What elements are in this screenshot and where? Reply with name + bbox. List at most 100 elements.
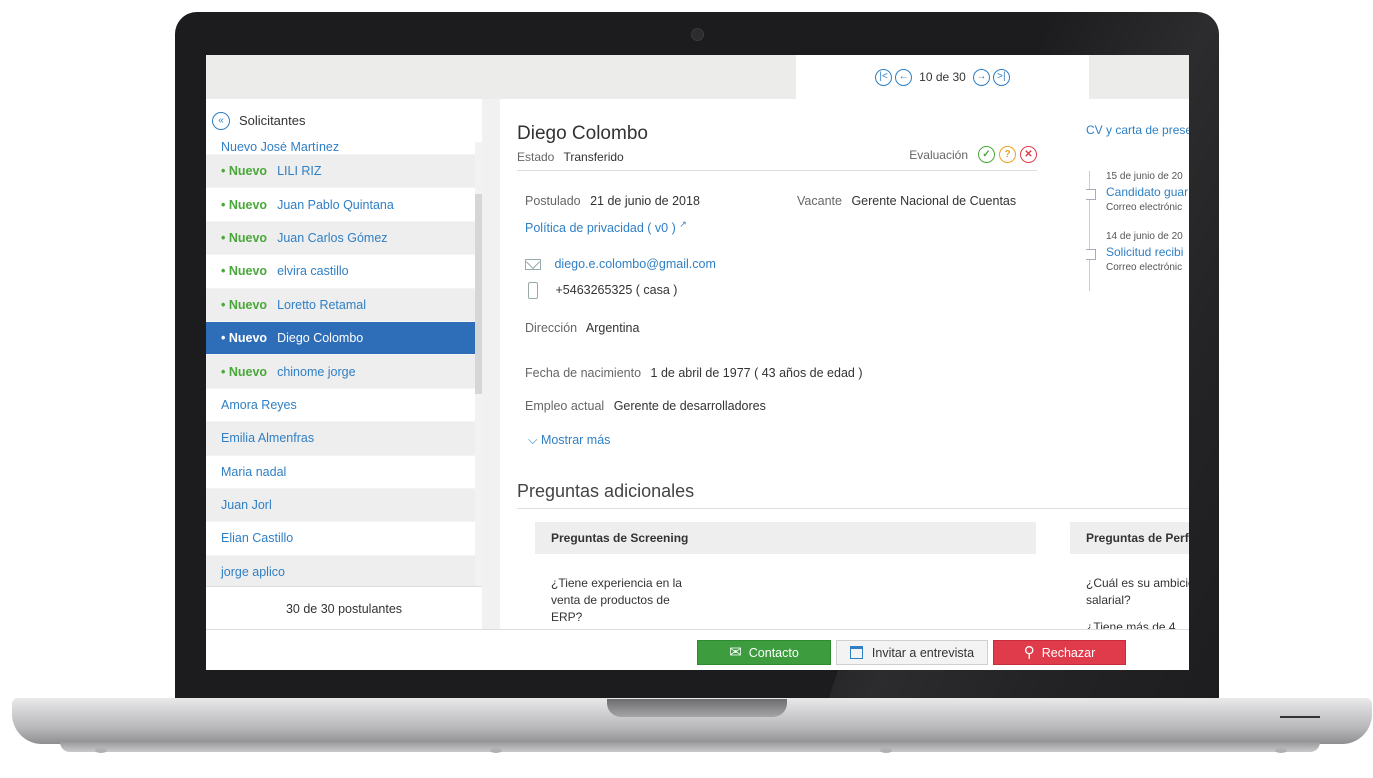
screening-question: ¿Tiene experiencia en la venta de produc… — [551, 576, 682, 624]
state-label: Estado — [517, 150, 555, 164]
address-label: Dirección — [525, 321, 578, 335]
new-badge: • Nuevo — [221, 197, 268, 212]
laptop-notch — [607, 699, 787, 717]
vacancy-label: Vacante — [797, 194, 842, 208]
contact-label: Contacto — [748, 645, 799, 660]
last-page-icon[interactable]: >| — [992, 68, 1010, 86]
applicant-list: Nuevo José Martínez • Nuevo LILI RIZ • Nuev… — [206, 142, 475, 586]
list-item[interactable]: • Nuevo elvira castillo — [206, 255, 475, 289]
applicant-name: LILI RIZ — [277, 164, 322, 179]
new-badge: • Nuevo — [221, 164, 268, 179]
birth-label: Fecha de nacimiento — [525, 366, 642, 380]
phone-value: +5463265325 ( casa ) — [555, 282, 678, 297]
address-row: Dirección Argentina — [525, 321, 639, 335]
applicant-name: Elian Castillo — [221, 531, 294, 546]
new-badge: • Nuevo — [221, 297, 268, 312]
app-screen: |< ← 10 de 30 → >| « Solicitantes Nuevo … — [206, 55, 1189, 670]
applicant-name: Juan Pablo Quintana — [277, 197, 394, 212]
activity-sub: Correo electrónic — [1106, 262, 1183, 273]
privacy-link[interactable]: Política de privacidad ( v0 ) — [525, 221, 676, 235]
cv-link[interactable]: CV y carta de prese — [1086, 123, 1189, 137]
job-row: Empleo actual Gerente de desarrolladores — [525, 399, 766, 413]
applicant-name: Juan Jorl — [221, 498, 272, 513]
screening-header: Preguntas de Screening — [535, 522, 1036, 554]
candidate-name: Diego Colombo — [517, 123, 648, 144]
prev-icon[interactable]: ← — [895, 68, 913, 86]
calendar-icon — [849, 646, 863, 659]
applicant-name: Nuevo José Martínez — [221, 142, 340, 154]
gutter — [482, 99, 500, 629]
applicant-name: chinome jorge — [277, 364, 356, 379]
email-link[interactable]: diego.e.colombo@gmail.com — [554, 257, 715, 271]
top-bar: |< ← 10 de 30 → >| — [206, 55, 1189, 99]
list-item[interactable]: Amora Reyes — [206, 389, 475, 423]
list-item[interactable]: Maria nadal — [206, 456, 475, 489]
mail-icon: ✉ — [729, 644, 742, 661]
privacy-row: Política de privacidad ( v0 ) ↗ — [525, 219, 687, 235]
phone-icon — [528, 282, 538, 299]
sidebar-title: Solicitantes — [239, 113, 306, 128]
reject-user-icon: ⚲ — [1023, 644, 1035, 661]
list-item[interactable]: • Nuevo chinome jorge — [206, 355, 475, 389]
external-link-icon[interactable]: ↗ — [679, 219, 687, 229]
activity-panel: CV y carta de prese 15 de junio de 20 Ca… — [1086, 99, 1189, 629]
laptop-foot — [880, 748, 892, 753]
phone-row: +5463265325 ( casa ) — [525, 282, 677, 299]
evaluation: Evaluación ✓ ? ✕ — [909, 146, 1037, 163]
activity-sub: Correo electrónic — [1106, 202, 1183, 213]
question-icon[interactable]: ? — [999, 146, 1016, 163]
close-icon[interactable]: ✕ — [1020, 146, 1037, 163]
next-icon[interactable]: → — [972, 68, 990, 86]
laptop-base-bottom — [60, 742, 1320, 752]
applicant-name: Emilia Almenfras — [221, 431, 315, 446]
applied-label: Postulado — [525, 194, 581, 208]
activity-title[interactable]: Candidato guar — [1106, 185, 1188, 199]
action-bar: ✉ Contacto Invitar a entrevista ⚲ Rechaz… — [206, 629, 1189, 670]
applicant-name: jorge aplico — [221, 564, 285, 579]
applicant-name: Maria nadal — [221, 464, 287, 479]
invite-interview-button[interactable]: Invitar a entrevista — [836, 640, 988, 665]
contact-button[interactable]: ✉ Contacto — [697, 640, 831, 665]
sidebar-scrollbar[interactable] — [475, 142, 482, 586]
evaluation-label: Evaluación — [909, 147, 968, 162]
scrollbar-thumb[interactable] — [475, 194, 482, 394]
birth-value: 1 de abril de 1977 ( 43 años de edad ) — [650, 366, 863, 380]
first-page-icon[interactable]: |< — [875, 68, 893, 86]
activity-date: 15 de junio de 20 — [1106, 171, 1183, 182]
list-item[interactable]: Juan Jorl — [206, 488, 475, 523]
list-item[interactable]: • Nuevo LILI RIZ — [206, 155, 475, 189]
list-item[interactable]: • Nuevo Loretto Retamal — [206, 288, 475, 322]
applied-row: Postulado 21 de junio de 2018 — [525, 194, 700, 208]
list-item[interactable]: • Nuevo Juan Carlos Gómez — [206, 221, 475, 256]
list-item[interactable]: jorge aplico — [206, 555, 475, 586]
laptop-foot — [490, 748, 502, 753]
invite-label: Invitar a entrevista — [871, 645, 975, 660]
list-item[interactable]: • Nuevo Juan Pablo Quintana — [206, 188, 475, 222]
applicant-name: Amora Reyes — [221, 397, 297, 412]
pager: |< ← 10 de 30 → >| — [796, 55, 1089, 99]
activity-date: 14 de junio de 20 — [1106, 231, 1183, 242]
address-value: Argentina — [585, 321, 640, 335]
applicant-name: Juan Carlos Gómez — [277, 230, 388, 245]
check-icon[interactable]: ✓ — [978, 146, 995, 163]
list-item[interactable]: • Nuevo Diego Colombo — [206, 321, 475, 356]
list-item[interactable]: Emilia Almenfras — [206, 422, 475, 456]
camera-icon — [691, 28, 704, 41]
birth-row: Fecha de nacimiento 1 de abril de 1977 (… — [525, 366, 863, 380]
applicant-name: Loretto Retamal — [277, 297, 366, 312]
pager-text: 10 de 30 — [919, 70, 966, 84]
new-badge: • Nuevo — [221, 230, 268, 245]
applicant-name: elvira castillo — [277, 264, 349, 279]
new-badge: • Nuevo — [221, 331, 268, 346]
show-more-link[interactable]: ⌵ Mostrar más — [528, 433, 610, 448]
list-item[interactable]: Elian Castillo — [206, 522, 475, 556]
applicants-sidebar: « Solicitantes Nuevo José Martínez • Nuev… — [206, 99, 483, 629]
list-item[interactable]: Nuevo José Martínez — [206, 142, 475, 155]
activity-title[interactable]: Solicitud recibi — [1106, 245, 1183, 259]
collapse-icon[interactable]: « — [212, 111, 230, 130]
new-badge: • Nuevo — [221, 364, 268, 379]
reject-button[interactable]: ⚲ Rechazar — [993, 640, 1126, 665]
state-row: Estado Transferido Evaluación ✓ ? ✕ — [517, 146, 1037, 171]
mail-icon — [1086, 249, 1096, 260]
mail-icon — [525, 259, 541, 271]
